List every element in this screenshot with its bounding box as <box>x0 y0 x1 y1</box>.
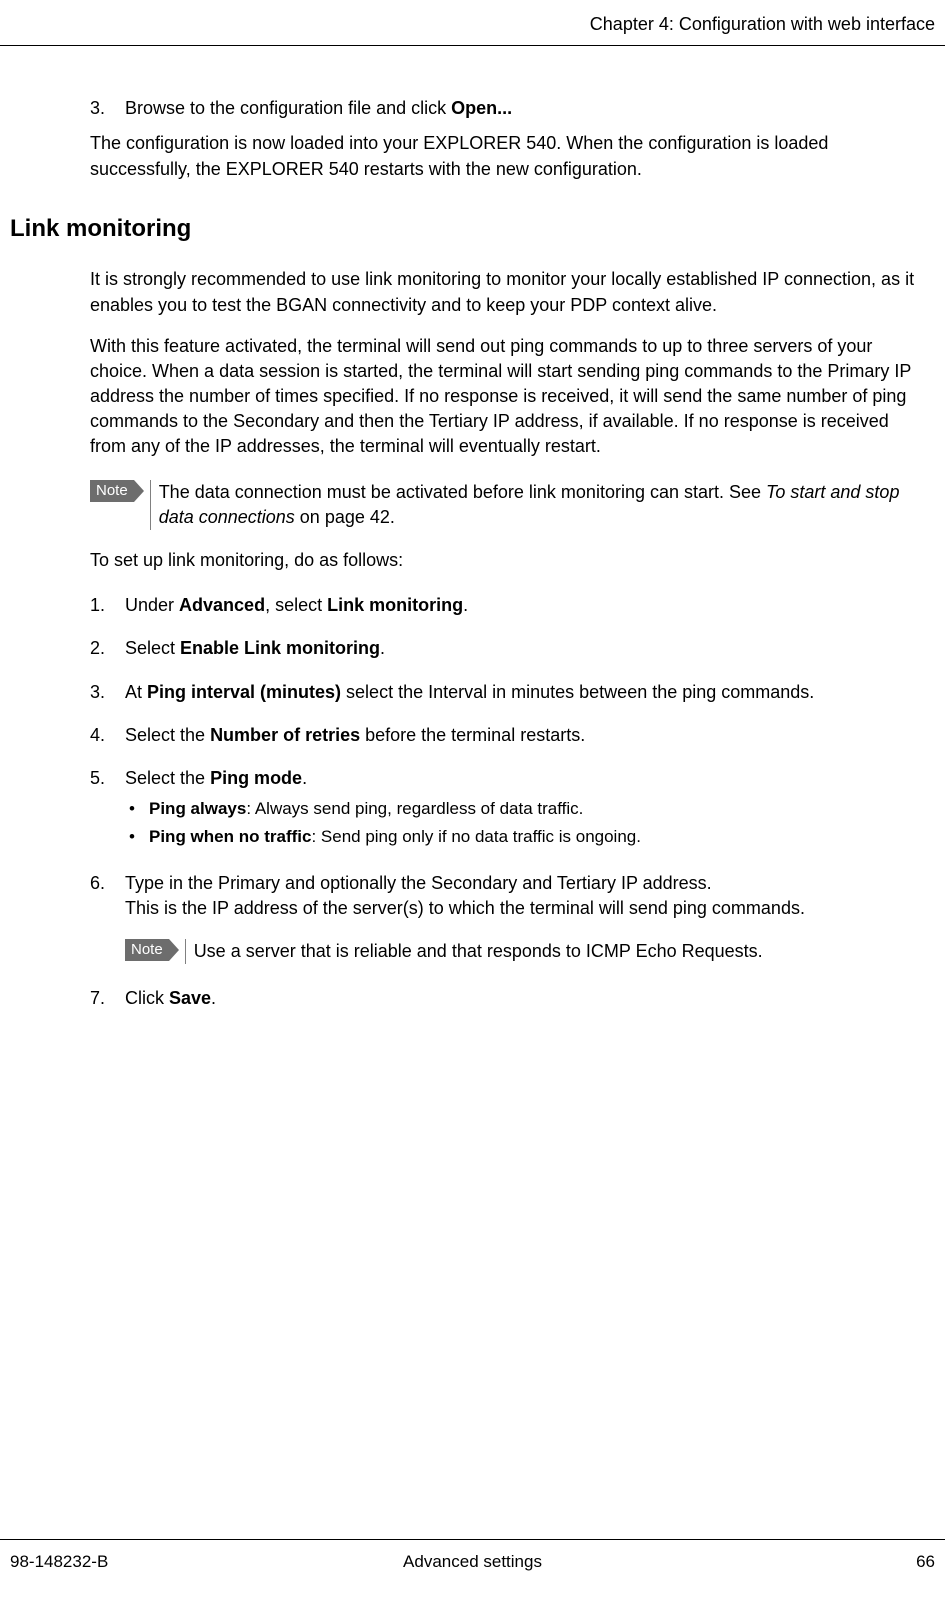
step-number: 5. <box>90 766 125 853</box>
text: Advanced <box>179 595 265 615</box>
bullet-item: •Ping when no traffic: Send ping only if… <box>125 825 925 849</box>
note-label: Note <box>125 939 169 961</box>
text: select the Interval in minutes between t… <box>341 682 814 702</box>
note-text: Use a server that is reliable and that r… <box>185 939 925 964</box>
step-body: Type in the Primary and optionally the S… <box>125 871 925 969</box>
step-number: 7. <box>90 986 125 1011</box>
note-text: The data connection must be activated be… <box>150 480 925 530</box>
bullet-dot: • <box>125 825 149 849</box>
bullet-list: •Ping always: Always send ping, regardle… <box>125 797 925 849</box>
step-number: 4. <box>90 723 125 748</box>
note-block: Note Use a server that is reliable and th… <box>125 939 925 964</box>
text: Number of retries <box>210 725 360 745</box>
text: Save <box>169 988 211 1008</box>
text: Under <box>125 595 179 615</box>
step-body: Click Save. <box>125 986 925 1011</box>
step-4: 4.Select the Number of retries before th… <box>90 723 925 748</box>
bullet-dot: • <box>125 797 149 821</box>
step-number: 1. <box>90 593 125 618</box>
text: Type in the Primary and optionally the S… <box>125 873 712 893</box>
text: Click <box>125 988 169 1008</box>
step-7: 7.Click Save. <box>90 986 925 1011</box>
step-2: 2.Select Enable Link monitoring. <box>90 636 925 661</box>
text: : Send ping only if no data traffic is o… <box>311 827 641 846</box>
text: Select the <box>125 768 210 788</box>
step-5: 5.Select the Ping mode. •Ping always: Alw… <box>90 766 925 853</box>
step-number: 3. <box>90 96 125 121</box>
note-label: Note <box>90 480 134 502</box>
text: on page 42. <box>295 507 395 527</box>
intro-step-3: 3. Browse to the configuration file and … <box>90 96 925 121</box>
text: Select the <box>125 725 210 745</box>
open-label: Open... <box>451 98 512 118</box>
setup-intro: To set up link monitoring, do as follows… <box>90 548 925 573</box>
page-header: Chapter 4: Configuration with web interf… <box>0 0 945 46</box>
text: Select <box>125 638 180 658</box>
step-number: 6. <box>90 871 125 969</box>
doc-number: 98-148232-B <box>10 1550 108 1574</box>
text: . <box>463 595 468 615</box>
step-number: 2. <box>90 636 125 661</box>
text: Ping mode <box>210 768 302 788</box>
text: Enable Link monitoring <box>180 638 380 658</box>
step-3: 3.At Ping interval (minutes) select the … <box>90 680 925 705</box>
chapter-label: Chapter 4: Configuration with web interf… <box>590 14 935 34</box>
bullet-item: •Ping always: Always send ping, regardle… <box>125 797 925 821</box>
page-number: 66 <box>916 1550 935 1574</box>
step-6: 6.Type in the Primary and optionally the… <box>90 871 925 969</box>
text: Ping interval (minutes) <box>147 682 341 702</box>
text: The data connection must be activated be… <box>159 482 766 502</box>
step-body: At Ping interval (minutes) select the In… <box>125 680 925 705</box>
step-body: Browse to the configuration file and cli… <box>125 96 925 121</box>
text: : Always send ping, regardless of data t… <box>246 799 583 818</box>
text: . <box>302 768 307 788</box>
footer-section: Advanced settings <box>403 1550 542 1574</box>
step-body: Select Enable Link monitoring. <box>125 636 925 661</box>
intro-paragraph: The configuration is now loaded into you… <box>90 131 925 181</box>
step-body: Select the Number of retries before the … <box>125 723 925 748</box>
page-content: 3. Browse to the configuration file and … <box>0 46 945 1011</box>
step-number: 3. <box>90 680 125 705</box>
text: This is the IP address of the server(s) … <box>125 896 925 921</box>
step-body: Select the Ping mode. •Ping always: Alway… <box>125 766 925 853</box>
text: Ping when no traffic <box>149 827 311 846</box>
section-heading: Link monitoring <box>10 212 935 246</box>
text: . <box>380 638 385 658</box>
page-footer: 98-148232-B Advanced settings 66 <box>0 1539 945 1602</box>
note-block-1: Note The data connection must be activat… <box>90 480 925 530</box>
paragraph-2: With this feature activated, the termina… <box>90 334 925 460</box>
steps-list: 1.Under Advanced, select Link monitoring… <box>90 593 925 1011</box>
text: . <box>211 988 216 1008</box>
text: At <box>125 682 147 702</box>
text: Browse to the configuration file and cli… <box>125 98 451 118</box>
step-body: Under Advanced, select Link monitoring. <box>125 593 925 618</box>
text: before the terminal restarts. <box>360 725 585 745</box>
paragraph-1: It is strongly recommended to use link m… <box>90 267 925 317</box>
text: Link monitoring <box>327 595 463 615</box>
text: , select <box>265 595 327 615</box>
step-1: 1.Under Advanced, select Link monitoring… <box>90 593 925 618</box>
text: Ping always <box>149 799 246 818</box>
